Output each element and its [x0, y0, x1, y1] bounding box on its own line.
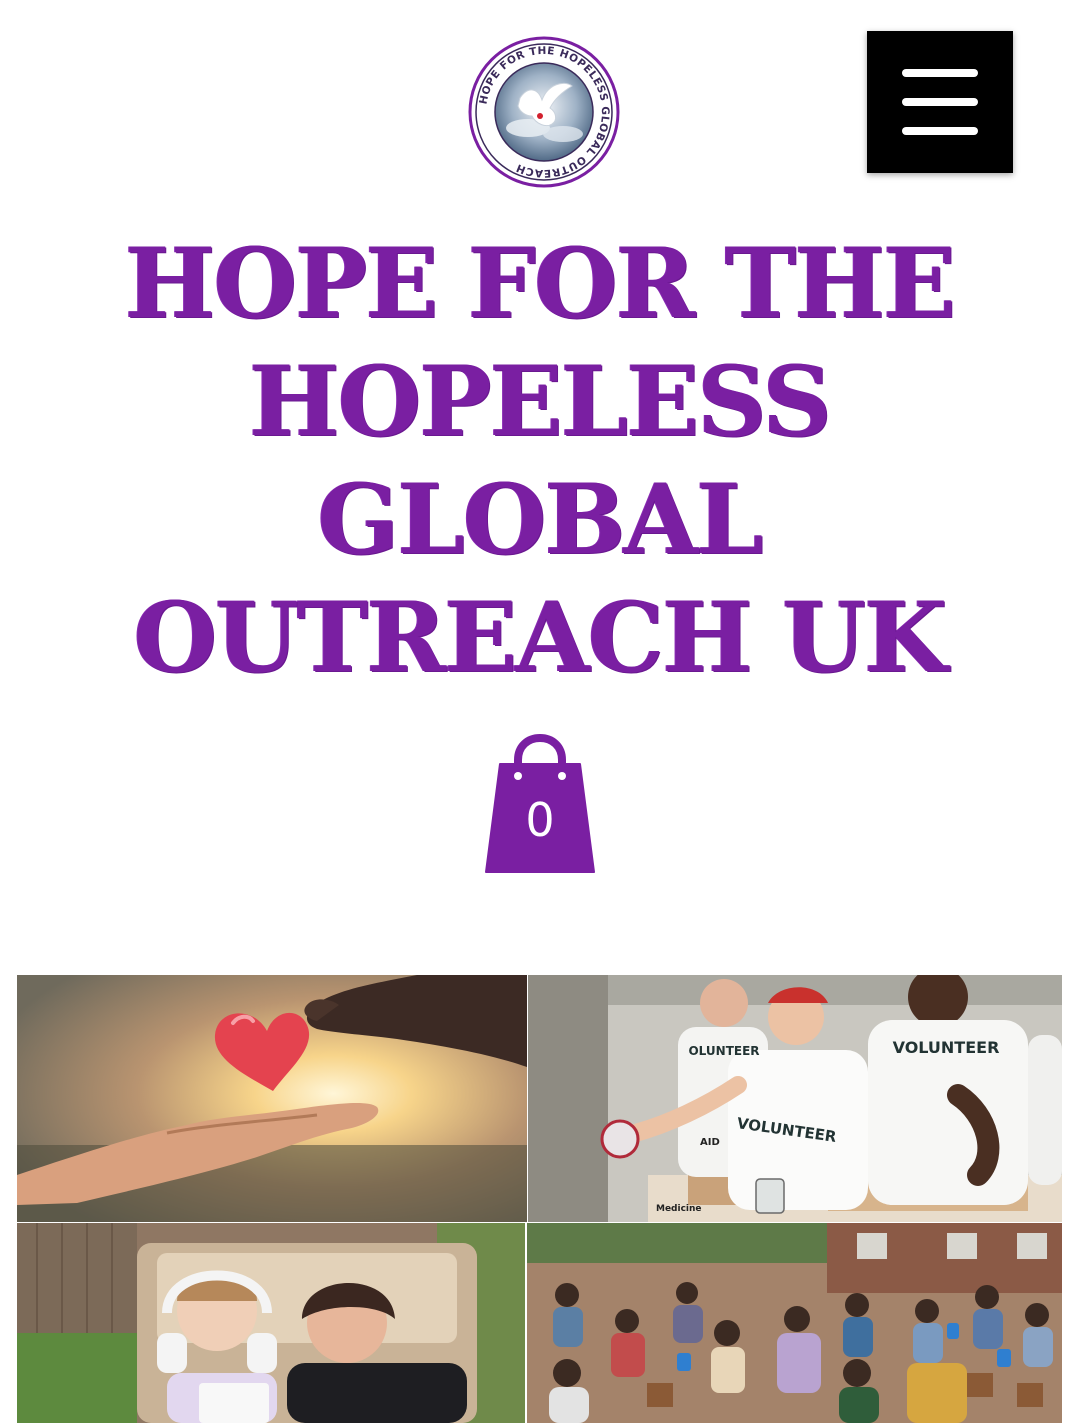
logo-emblem: HOPE FOR THE HOPELESS GLOBAL OUTREACH [468, 36, 620, 188]
gallery-image-volunteers: OLUNTEER VOLUNTEER VOLUNTEER AID Medicin… [528, 975, 1062, 1222]
site-logo[interactable]: HOPE FOR THE HOPELESS GLOBAL OUTREACH [468, 36, 620, 188]
gallery-image-community-gathering [527, 1223, 1062, 1423]
site-title: HOPE FOR THE HOPELESS GLOBAL OUTREACH UK [40, 225, 1039, 697]
site-title-line-1: HOPE FOR THE [124, 227, 956, 340]
aid-box-label: AID [700, 1137, 720, 1148]
hero-gallery: OLUNTEER VOLUNTEER VOLUNTEER AID Medicin… [17, 975, 1062, 1423]
gallery-image-caregiver-child [17, 1223, 525, 1423]
site-title-line-4: OUTREACH UK [133, 581, 948, 694]
site-title-line-2: HOPELESS [249, 345, 832, 458]
page: HOPE FOR THE HOPELESS GLOBAL OUTREACH HO… [0, 0, 1079, 1423]
volunteer-shirt-text-1: OLUNTEER [688, 1044, 759, 1058]
volunteer-shirt-text-3: VOLUNTEER [893, 1038, 1000, 1057]
medicine-box-label: Medicine [656, 1204, 702, 1214]
cart-count: 0 [525, 793, 555, 847]
gallery-image-hands-heart [17, 975, 527, 1222]
site-title-line-3: GLOBAL [317, 463, 763, 576]
menu-button[interactable] [867, 31, 1013, 173]
cart-button[interactable]: 0 [484, 733, 596, 876]
